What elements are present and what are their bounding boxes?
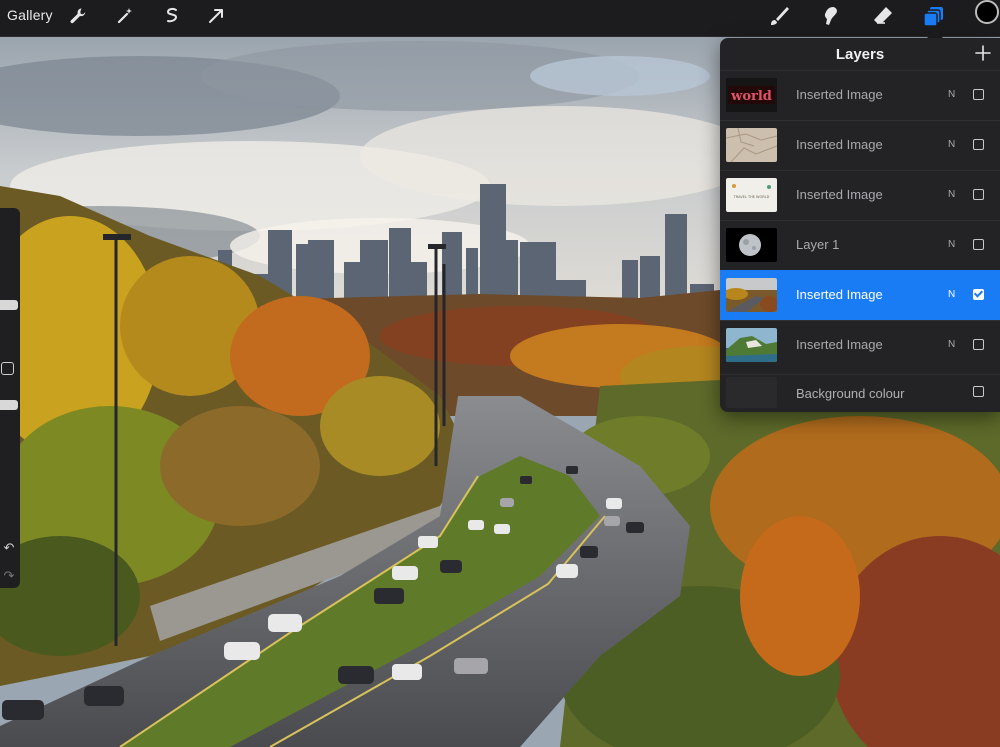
layer-name: Inserted Image — [796, 87, 883, 102]
brush-icon[interactable] — [767, 4, 791, 28]
layer-blend-mode[interactable]: N — [948, 88, 955, 102]
brush-size-slider-handle[interactable] — [0, 300, 18, 310]
layer-thumbnail-text: TRAVEL THE WORLD — [733, 195, 770, 199]
layer-thumbnail: TRAVEL THE WORLD — [726, 178, 777, 212]
gallery-button[interactable]: Gallery — [7, 6, 53, 24]
layer-blend-mode[interactable]: N — [948, 238, 955, 252]
color-picker-button[interactable] — [975, 0, 999, 24]
layer-thumbnail — [726, 128, 777, 162]
undo-button[interactable]: ↶ — [0, 540, 18, 556]
layer-visibility-checkbox[interactable] — [973, 386, 984, 397]
opacity-slider-handle[interactable] — [0, 400, 18, 410]
layer-name: Inserted Image — [796, 187, 883, 202]
layer-visibility-checkbox[interactable] — [973, 139, 984, 150]
layer-blend-mode[interactable]: N — [948, 338, 955, 352]
layer-blend-mode[interactable]: N — [948, 288, 955, 302]
magic-wand-icon[interactable] — [113, 4, 137, 28]
transform-arrow-icon[interactable] — [204, 4, 228, 28]
layer-blend-mode[interactable]: N — [948, 188, 955, 202]
layer-name: Background colour — [796, 386, 905, 401]
layer-thumbnail-text: world — [730, 89, 772, 104]
layer-row[interactable]: world Inserted Image N — [720, 70, 1000, 120]
left-sidebar: ↶ ↷ — [0, 208, 20, 588]
layer-thumbnail: world — [726, 78, 777, 112]
top-toolbar: Gallery — [0, 0, 1000, 37]
layer-visibility-checkbox[interactable] — [973, 339, 984, 350]
layer-visibility-checkbox[interactable] — [973, 289, 984, 300]
layer-visibility-checkbox[interactable] — [973, 189, 984, 200]
layer-thumbnail — [726, 278, 777, 312]
layer-name: Layer 1 — [796, 237, 840, 252]
layer-row[interactable]: Inserted Image N — [720, 320, 1000, 370]
layer-visibility-checkbox[interactable] — [973, 239, 984, 250]
layer-thumbnail — [726, 328, 777, 362]
selection-icon[interactable] — [160, 4, 184, 28]
redo-button[interactable]: ↷ — [0, 568, 18, 584]
layers-panel: Layers world Inserted Image N Inserted I… — [720, 38, 1000, 412]
smudge-icon[interactable] — [818, 4, 842, 28]
layer-name: Inserted Image — [796, 287, 883, 302]
layer-visibility-checkbox[interactable] — [973, 89, 984, 100]
eraser-icon[interactable] — [871, 4, 895, 28]
background-colour-swatch[interactable] — [726, 377, 777, 408]
layers-popover-pointer — [927, 30, 943, 38]
background-colour-row[interactable]: Background colour — [720, 374, 1000, 412]
layers-panel-title: Layers — [835, 46, 885, 63]
layers-icon[interactable] — [922, 4, 946, 28]
layer-row[interactable]: Layer 1 N — [720, 220, 1000, 270]
plus-icon[interactable] — [973, 43, 993, 63]
layer-row[interactable]: Inserted Image N — [720, 120, 1000, 170]
modify-button[interactable] — [1, 362, 14, 375]
layer-row[interactable]: TRAVEL THE WORLD Inserted Image N — [720, 170, 1000, 220]
wrench-icon[interactable] — [66, 4, 90, 28]
layer-blend-mode[interactable]: N — [948, 138, 955, 152]
layer-thumbnail — [726, 228, 777, 262]
layer-name: Inserted Image — [796, 337, 883, 352]
layer-name: Inserted Image — [796, 137, 883, 152]
layer-row-active[interactable]: Inserted Image N — [720, 270, 1000, 320]
